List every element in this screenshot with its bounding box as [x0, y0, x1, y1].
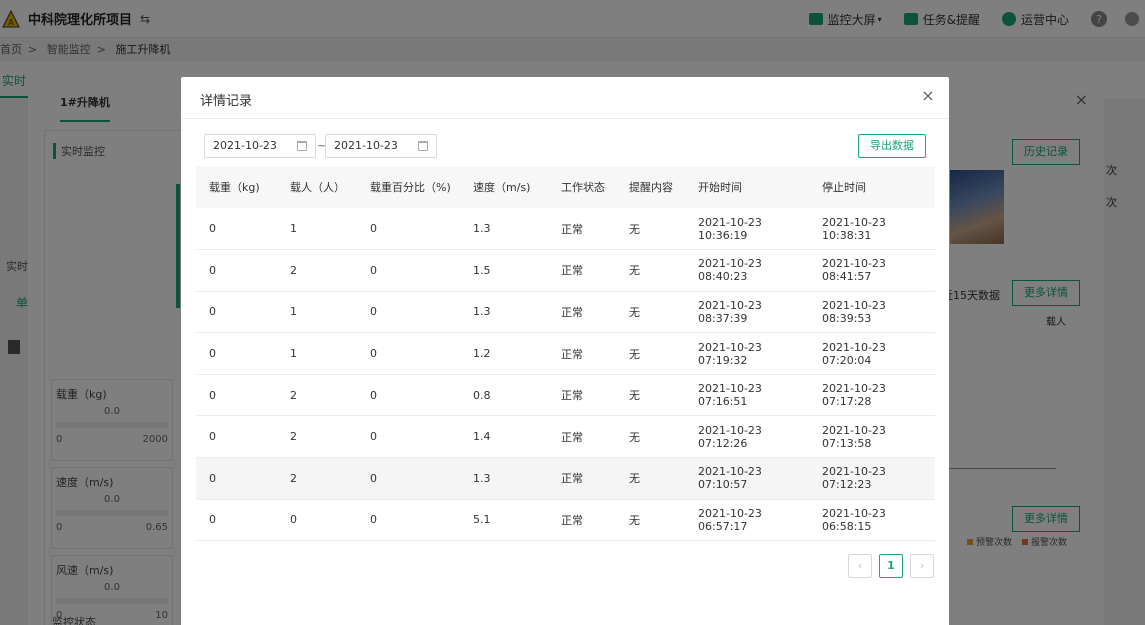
- cell-status: 正常: [548, 291, 616, 334]
- cell-persons: 1: [277, 208, 357, 251]
- cell-start-time: 2021-10-23 07:19:32: [685, 332, 809, 375]
- cell-load: 0: [196, 208, 277, 251]
- cell-start-time: 2021-10-23 10:36:19: [685, 208, 809, 251]
- table-header-row: 载重（kg) 载人（人） 载重百分比（%) 速度（m/s) 工作状态 提醒内容 …: [196, 166, 935, 208]
- col-header-status: 工作状态: [548, 166, 616, 208]
- cell-load-percent: 0: [357, 249, 460, 292]
- start-date-input[interactable]: 2021-10-23: [204, 134, 316, 158]
- cell-stop-time: 2021-10-23 08:39:53: [809, 291, 935, 334]
- table-row: 0 0 0 5.1 正常无 2021-10-23 06:57:17 2021-10-23 0…: [196, 499, 935, 542]
- cell-status: 正常: [548, 415, 616, 459]
- col-header-load: 载重（kg): [196, 166, 277, 208]
- table-row: 0 1 0 1.2 正常无 2021-10-23 07:19:32 2021-10-23 0…: [196, 332, 935, 375]
- cell-persons: 0: [277, 499, 357, 542]
- cell-load-percent: 0: [357, 208, 460, 251]
- end-date-value: 2021-10-23: [334, 139, 398, 152]
- cell-load-percent: 0: [357, 374, 460, 417]
- cell-status: 正常: [548, 499, 616, 542]
- cell-speed: 0.8: [460, 374, 548, 417]
- cell-stop-time: 2021-10-23 08:41:57: [809, 249, 935, 292]
- cell-load: 0: [196, 332, 277, 375]
- col-header-load-percent: 载重百分比（%): [357, 166, 460, 208]
- cell-persons: 2: [277, 457, 357, 500]
- cell-start-time: 2021-10-23 06:57:17: [685, 499, 809, 542]
- cell-speed: 1.2: [460, 332, 548, 375]
- cell-persons: 2: [277, 374, 357, 417]
- table-row: 0 1 0 1.3 正常无 2021-10-23 08:37:39 2021-10-23 0…: [196, 291, 935, 334]
- cell-load: 0: [196, 249, 277, 292]
- cell-status: 正常: [548, 374, 616, 417]
- cell-load: 0: [196, 415, 277, 459]
- cell-alert: 无: [616, 249, 685, 292]
- cell-start-time: 2021-10-23 07:12:26: [685, 415, 809, 459]
- calendar-icon: [418, 141, 428, 151]
- cell-stop-time: 2021-10-23 07:20:04: [809, 332, 935, 375]
- col-header-alert: 提醒内容: [616, 166, 685, 208]
- col-header-start-time: 开始时间: [685, 166, 809, 208]
- col-header-stop-time: 停止时间: [809, 166, 935, 208]
- end-date-input[interactable]: 2021-10-23: [325, 134, 437, 158]
- cell-persons: 2: [277, 249, 357, 292]
- cell-status: 正常: [548, 249, 616, 292]
- cell-status: 正常: [548, 208, 616, 251]
- cell-alert: 无: [616, 208, 685, 251]
- cell-load: 0: [196, 374, 277, 417]
- cell-speed: 1.4: [460, 415, 548, 459]
- cell-speed: 1.3: [460, 457, 548, 500]
- col-header-persons: 载人（人）: [277, 166, 357, 208]
- modal-header: 详情记录 ×: [181, 77, 949, 119]
- table-row: 0 2 0 1.4 正常无 2021-10-23 07:12:26 2021-10-23 0…: [196, 415, 935, 459]
- cell-alert: 无: [616, 332, 685, 375]
- cell-alert: 无: [616, 374, 685, 417]
- cell-start-time: 2021-10-23 08:37:39: [685, 291, 809, 334]
- next-page-button[interactable]: ›: [910, 554, 934, 578]
- cell-alert: 无: [616, 457, 685, 500]
- table-row: 0 1 0 1.3 正常无 2021-10-23 10:36:19 2021-10-23 1…: [196, 208, 935, 251]
- cell-alert: 无: [616, 499, 685, 542]
- table-row: 0 2 0 0.8 正常无 2021-10-23 07:16:51 2021-10-23 0…: [196, 374, 935, 417]
- prev-page-button[interactable]: ‹: [848, 554, 872, 578]
- cell-status: 正常: [548, 457, 616, 500]
- export-data-button[interactable]: 导出数据: [858, 134, 926, 158]
- calendar-icon: [297, 141, 307, 151]
- table-row: 0 2 0 1.5 正常无 2021-10-23 08:40:23 2021-10-23 0…: [196, 249, 935, 292]
- cell-load: 0: [196, 457, 277, 500]
- detail-records-modal: 详情记录 × 2021-10-23 ~ 2021-10-23 导出数据 载重（k…: [181, 77, 949, 625]
- cell-stop-time: 2021-10-23 10:38:31: [809, 208, 935, 251]
- page-1-button[interactable]: 1: [879, 554, 903, 578]
- cell-stop-time: 2021-10-23 07:12:23: [809, 457, 935, 500]
- cell-start-time: 2021-10-23 07:10:57: [685, 457, 809, 500]
- cell-persons: 2: [277, 415, 357, 459]
- cell-start-time: 2021-10-23 07:16:51: [685, 374, 809, 417]
- records-table: 载重（kg) 载人（人） 载重百分比（%) 速度（m/s) 工作状态 提醒内容 …: [196, 166, 935, 542]
- cell-speed: 5.1: [460, 499, 548, 542]
- start-date-value: 2021-10-23: [213, 139, 277, 152]
- table-row: 0 2 0 1.3 正常无 2021-10-23 07:10:57 2021-10-23 0…: [196, 457, 935, 500]
- cell-speed: 1.3: [460, 208, 548, 251]
- close-icon[interactable]: ×: [919, 87, 937, 105]
- cell-stop-time: 2021-10-23 06:58:15: [809, 499, 935, 542]
- cell-load: 0: [196, 499, 277, 542]
- cell-persons: 1: [277, 332, 357, 375]
- cell-load-percent: 0: [357, 332, 460, 375]
- cell-stop-time: 2021-10-23 07:17:28: [809, 374, 935, 417]
- cell-stop-time: 2021-10-23 07:13:58: [809, 415, 935, 459]
- cell-load-percent: 0: [357, 415, 460, 459]
- cell-load: 0: [196, 291, 277, 334]
- modal-title: 详情记录: [200, 94, 253, 109]
- cell-load-percent: 0: [357, 499, 460, 542]
- cell-start-time: 2021-10-23 08:40:23: [685, 249, 809, 292]
- cell-alert: 无: [616, 415, 685, 459]
- cell-speed: 1.5: [460, 249, 548, 292]
- cell-status: 正常: [548, 332, 616, 375]
- cell-load-percent: 0: [357, 457, 460, 500]
- col-header-speed: 速度（m/s): [460, 166, 548, 208]
- cell-persons: 1: [277, 291, 357, 334]
- cell-load-percent: 0: [357, 291, 460, 334]
- cell-alert: 无: [616, 291, 685, 334]
- cell-speed: 1.3: [460, 291, 548, 334]
